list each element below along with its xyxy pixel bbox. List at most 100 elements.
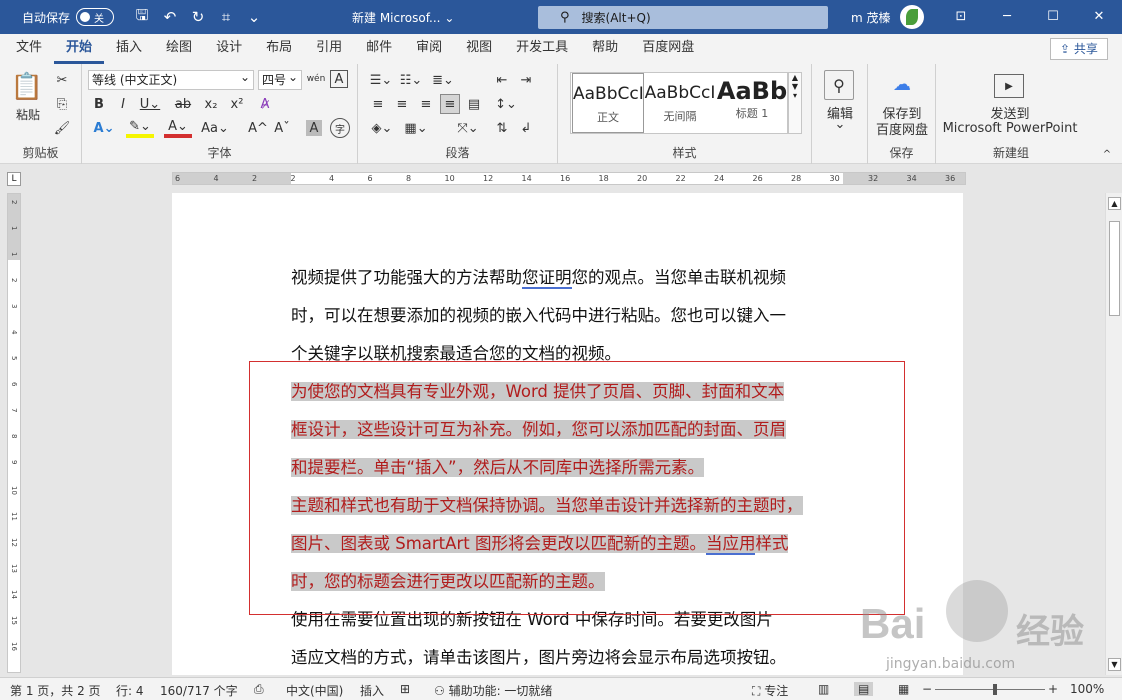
sort-icon[interactable]: ⇅ bbox=[492, 118, 512, 138]
clear-format-icon[interactable]: A̷ bbox=[254, 94, 276, 114]
save-to-netdisk-line2[interactable]: 百度网盘 bbox=[870, 120, 934, 138]
paste-icon[interactable]: 📋 bbox=[10, 70, 44, 104]
tab-selector[interactable]: L bbox=[7, 172, 21, 186]
strikethrough-icon[interactable]: ab bbox=[172, 94, 194, 114]
find-icon[interactable]: ⚲ bbox=[824, 70, 854, 100]
web-layout-icon[interactable]: ▦ bbox=[898, 682, 909, 696]
tab-10[interactable]: 开发工具 bbox=[504, 34, 580, 64]
send-to-ppt-line1[interactable]: 发送到 bbox=[940, 104, 1080, 122]
search-box[interactable]: ⚲ 搜索(Alt+Q) bbox=[538, 6, 828, 29]
tab-8[interactable]: 审阅 bbox=[404, 34, 454, 64]
grow-font-icon[interactable]: A^ bbox=[248, 118, 268, 138]
save-icon[interactable]: 🖫 bbox=[128, 5, 156, 30]
vertical-ruler[interactable]: 2 1 1 2 3 4 5 6 7 8 9 10 11 12 13 14 15 16 bbox=[7, 193, 21, 673]
style-heading-1[interactable]: AaBb 标题 1 bbox=[716, 73, 788, 133]
tab-11[interactable]: 帮助 bbox=[580, 34, 630, 64]
tab-7[interactable]: 邮件 bbox=[354, 34, 404, 64]
doc-title[interactable]: 新建 Microsof... ⌄ bbox=[352, 9, 454, 26]
focus-mode[interactable]: ⛶ 专注 bbox=[752, 682, 788, 699]
distributed-icon[interactable]: ▤ bbox=[464, 94, 484, 114]
char-shading-icon[interactable]: A bbox=[306, 120, 322, 136]
copy-icon[interactable]: ⎘ bbox=[52, 94, 72, 114]
grammar-underline[interactable]: 您证明 bbox=[522, 268, 572, 289]
borders-icon[interactable]: ▦⌄ bbox=[402, 118, 430, 138]
powerpoint-icon[interactable]: ▶ bbox=[994, 74, 1024, 98]
horizontal-ruler[interactable]: 6 4 2 2 4 6 8 10 12 14 16 18 20 22 24 26 28 30 32 34 36 bbox=[172, 172, 966, 185]
justify-icon[interactable]: ≡ bbox=[440, 94, 460, 114]
decrease-indent-icon[interactable]: ⇤ bbox=[492, 70, 512, 90]
user-name[interactable]: m 茂榛 bbox=[851, 9, 891, 26]
tab-5[interactable]: 布局 bbox=[254, 34, 304, 64]
share-button[interactable]: ⇪ 共享 bbox=[1050, 38, 1108, 60]
macro-icon[interactable]: ⊞ bbox=[400, 682, 410, 696]
tab-1[interactable]: 开始 bbox=[54, 34, 105, 64]
minimize-icon[interactable]: ─ bbox=[984, 0, 1030, 34]
cut-icon[interactable]: ✂ bbox=[52, 70, 72, 90]
paragraph-1[interactable]: 视频提供了功能强大的方法帮助您证明您的观点。当您单击联机视频 时，可以在想要添加… bbox=[291, 259, 851, 373]
enclose-char-icon[interactable]: 字 bbox=[330, 118, 350, 138]
style-normal[interactable]: AaBbCcI 正文 bbox=[572, 73, 644, 133]
send-to-ppt-line2[interactable]: Microsoft PowerPoint bbox=[940, 120, 1080, 136]
line-number[interactable]: 行: 4 bbox=[116, 682, 144, 699]
highlight-icon[interactable]: ✎⌄ bbox=[126, 118, 154, 138]
text-effect-icon[interactable]: A⌄ bbox=[90, 118, 118, 138]
bold-icon[interactable]: B bbox=[90, 94, 108, 114]
read-mode-icon[interactable]: ▥ bbox=[818, 682, 829, 696]
align-right-icon[interactable]: ≡ bbox=[416, 94, 436, 114]
touch-mode-icon[interactable]: ⌗ bbox=[212, 8, 240, 26]
autosave[interactable]: 自动保存 关 bbox=[22, 8, 115, 26]
bullets-icon[interactable]: ☰⌄ bbox=[368, 70, 394, 90]
scroll-up-icon[interactable]: ▲ bbox=[1108, 197, 1121, 210]
ribbon-display-icon[interactable]: ⊡ bbox=[938, 0, 984, 34]
underline-icon[interactable]: U⌄ bbox=[138, 94, 162, 114]
style-no-spacing[interactable]: AaBbCcI 无间隔 bbox=[644, 73, 716, 133]
proofing-icon[interactable]: ⎙ bbox=[254, 682, 264, 697]
font-color-icon[interactable]: A⌄ bbox=[164, 118, 192, 138]
superscript-icon[interactable]: x² bbox=[226, 94, 248, 114]
accessibility-status[interactable]: ⚇ 辅助功能: 一切就绪 bbox=[434, 682, 552, 699]
subscript-icon[interactable]: x₂ bbox=[200, 94, 222, 114]
tab-4[interactable]: 设计 bbox=[204, 34, 254, 64]
print-layout-icon[interactable]: ▤ bbox=[854, 682, 874, 696]
close-icon[interactable]: ✕ bbox=[1076, 0, 1122, 34]
customize-icon[interactable]: ⌄ bbox=[240, 8, 268, 26]
phonetic-icon[interactable]: wén bbox=[306, 68, 326, 90]
scroll-thumb[interactable] bbox=[1109, 221, 1120, 316]
tab-3[interactable]: 绘图 bbox=[154, 34, 204, 64]
baidu-netdisk-icon[interactable]: ☁ bbox=[888, 72, 916, 96]
align-center-icon[interactable]: ≡ bbox=[392, 94, 412, 114]
paste-button[interactable]: 粘贴 bbox=[8, 106, 48, 122]
line-spacing-icon[interactable]: ↕⌄ bbox=[492, 94, 520, 114]
font-name-select[interactable]: 等线 (中文正文) bbox=[88, 68, 254, 90]
tab-12[interactable]: 百度网盘 bbox=[630, 34, 706, 64]
avatar[interactable] bbox=[900, 5, 924, 29]
collapse-ribbon-icon[interactable]: ^ bbox=[1100, 148, 1114, 160]
font-size-select[interactable]: 四号 bbox=[258, 68, 302, 90]
zoom-slider[interactable] bbox=[935, 684, 1045, 695]
change-case-icon[interactable]: Aa⌄ bbox=[198, 118, 232, 138]
increase-indent-icon[interactable]: ⇥ bbox=[516, 70, 536, 90]
numbering-icon[interactable]: ☷⌄ bbox=[398, 70, 424, 90]
tab-9[interactable]: 视图 bbox=[454, 34, 504, 64]
multilevel-list-icon[interactable]: ≣⌄ bbox=[430, 70, 456, 90]
zoom-level[interactable]: 100% bbox=[1070, 682, 1104, 696]
redo-icon[interactable]: ↻ bbox=[184, 8, 212, 26]
undo-icon[interactable]: ↶ bbox=[156, 8, 184, 26]
language[interactable]: 中文(中国) bbox=[286, 682, 343, 699]
style-gallery-scroll[interactable]: ▲ ▼ ▾ bbox=[788, 72, 802, 134]
shading-icon[interactable]: ◈⌄ bbox=[368, 118, 396, 138]
insert-mode[interactable]: 插入 bbox=[360, 682, 384, 699]
tab-2[interactable]: 插入 bbox=[104, 34, 154, 64]
chinese-layout-icon[interactable]: ⤧⌄ bbox=[454, 118, 482, 138]
zoom-in-icon[interactable]: + bbox=[1048, 682, 1058, 696]
page-count[interactable]: 第 1 页，共 2 页 bbox=[10, 682, 101, 699]
autosave-toggle[interactable]: 关 bbox=[76, 8, 115, 26]
show-marks-icon[interactable]: ↲ bbox=[516, 118, 536, 138]
word-count[interactable]: 160/717 个字 bbox=[160, 682, 238, 699]
align-left-icon[interactable]: ≡ bbox=[368, 94, 388, 114]
maximize-icon[interactable]: ☐ bbox=[1030, 0, 1076, 34]
char-border-icon[interactable]: A bbox=[330, 70, 348, 88]
zoom-out-icon[interactable]: − bbox=[922, 682, 932, 696]
shrink-font-icon[interactable]: Aˇ bbox=[272, 118, 292, 138]
tab-6[interactable]: 引用 bbox=[304, 34, 354, 64]
